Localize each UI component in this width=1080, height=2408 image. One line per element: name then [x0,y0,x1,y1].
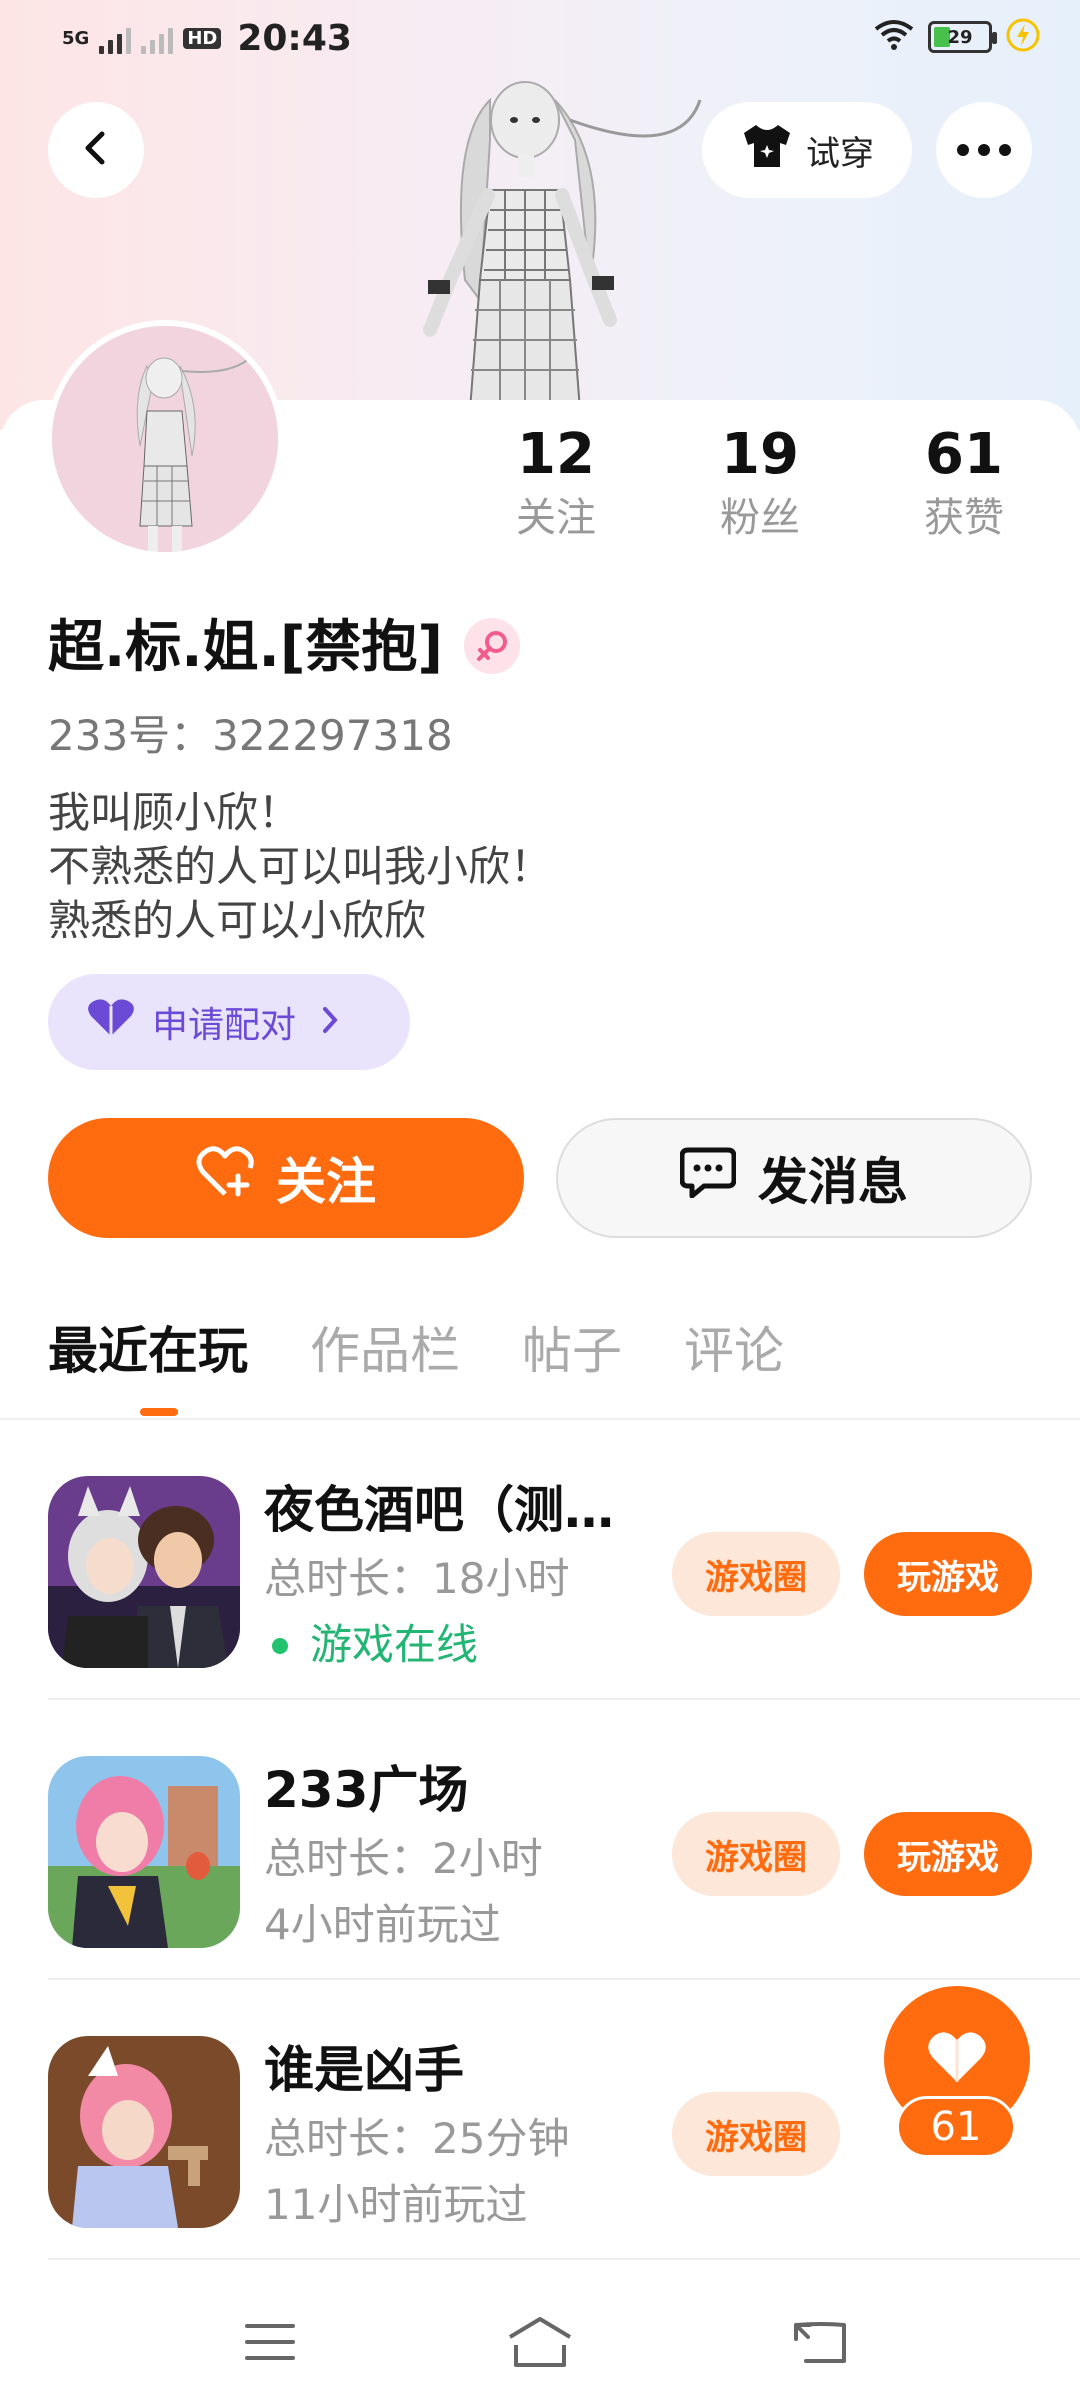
home-icon[interactable] [504,2306,576,2378]
status-right: 29 [874,18,1040,56]
tshirt-icon [740,123,794,178]
game-title: 夜色酒吧（测… [264,1481,614,1539]
menu-icon[interactable] [234,2306,306,2378]
clock: 20:43 [237,18,352,59]
game-title: 谁是凶手 [264,2041,464,2099]
chat-bubble-icon [679,1146,737,1210]
chevron-right-icon [320,1000,340,1044]
tab-comments[interactable]: 评论 [684,1316,784,1386]
game-circle-button[interactable]: 游戏圈 [672,1812,840,1896]
game-duration: 总时长：25分钟 [264,2114,570,2163]
game-title: 233广场 [264,1761,469,1819]
row-divider [48,2258,1080,2260]
likes-count: 61 [925,422,1003,487]
follow-label: 关注 [276,1153,376,1211]
play-game-button[interactable]: 玩游戏 [864,1812,1032,1896]
game-icon-who-is-killer[interactable] [48,2036,240,2228]
hd-badge: HD [183,28,222,49]
active-tab-indicator [140,1408,178,1416]
signal-icon [99,24,132,54]
battery-icon: 29 [928,21,997,53]
game-row[interactable]: 233广场 总时长：2小时 4小时前玩过 游戏圈 玩游戏 [0,1700,1080,1980]
fans-label: 粉丝 [720,495,800,541]
female-icon [464,618,520,674]
back-icon[interactable] [786,2306,858,2378]
bio-line: 我叫顾小欣！ [48,788,301,837]
back-button[interactable] [48,102,144,198]
tab-recent-played[interactable]: 最近在玩 [48,1316,248,1386]
tryon-label: 试穿 [806,133,874,174]
likes-label: 获赞 [924,495,1004,541]
bio: 我叫顾小欣！ 不熟悉的人可以叫我小欣！ 熟悉的人可以小欣欣 [48,786,552,948]
signal-2-icon [141,24,174,54]
chevron-left-icon [76,128,116,172]
following-count: 12 [517,422,595,487]
tab-works[interactable]: 作品栏 [310,1316,460,1386]
bio-line: 不熟悉的人可以叫我小欣！ [48,842,553,891]
following-label: 关注 [516,495,596,541]
send-message-button[interactable]: 发消息 [556,1118,1032,1238]
network-type: 5G [62,28,90,49]
game-icon-night-bar[interactable] [48,1476,240,1668]
message-label: 发消息 [758,1153,908,1211]
game-icon-233-plaza[interactable] [48,1756,240,1948]
fans-count: 19 [721,422,799,487]
avatar-image [52,326,278,552]
bio-line: 熟悉的人可以小欣欣 [48,896,427,945]
game-circle-button[interactable]: 游戏圈 [672,1532,840,1616]
username: 超.标.姐.[禁抱] [48,615,444,680]
pair-request-button[interactable]: 申请配对 [48,974,410,1070]
game-status: 11小时前玩过 [264,2180,528,2229]
game-duration: 总时长：2小时 [264,1834,543,1883]
more-dots-icon [957,144,1011,156]
heart-icon [926,2030,988,2088]
status-bar: 5G HD 20:43 29 [0,0,1080,80]
game-circle-button[interactable]: 游戏圈 [672,2092,840,2176]
tryon-button[interactable]: 试穿 [702,102,912,198]
battery-level: 29 [947,26,973,48]
profile-tabs: 最近在玩 作品栏 帖子 评论 [48,1316,784,1386]
game-status-label: 游戏在线 [310,1620,479,1669]
system-navigation-bar [0,2276,1080,2408]
online-dot-icon [272,1638,288,1654]
user-id: 233号：322297318 [48,711,453,760]
pair-label: 申请配对 [152,1005,297,1046]
game-status: 游戏在线 [264,1616,478,1674]
stat-fans[interactable]: 19 粉丝 [680,420,840,546]
tab-posts[interactable]: 帖子 [522,1316,622,1386]
avatar[interactable] [46,320,284,558]
wifi-icon [874,19,914,55]
heart-icon [86,998,136,1047]
game-status: 4小时前玩过 [264,1900,501,1949]
charging-icon [1006,18,1040,56]
game-duration: 总时长：18小时 [264,1554,570,1603]
game-row[interactable]: 夜色酒吧（测… 总时长：18小时 游戏在线 游戏圈 玩游戏 [0,1420,1080,1700]
character-model-image[interactable] [380,80,710,411]
play-game-button[interactable]: 玩游戏 [864,1532,1032,1616]
more-button[interactable] [936,102,1032,198]
status-left: 5G HD 20:43 [62,18,352,59]
follow-button[interactable]: 关注 [48,1118,524,1238]
heart-plus-icon [196,1146,254,1210]
stat-likes[interactable]: 61 获赞 [884,420,1044,546]
profile-page: 5G HD 20:43 29 试穿 12 关注 19 粉丝 61 获赞 超.标.… [0,0,1080,2408]
stat-following[interactable]: 12 关注 [476,420,636,546]
like-count: 61 [896,2096,1016,2158]
